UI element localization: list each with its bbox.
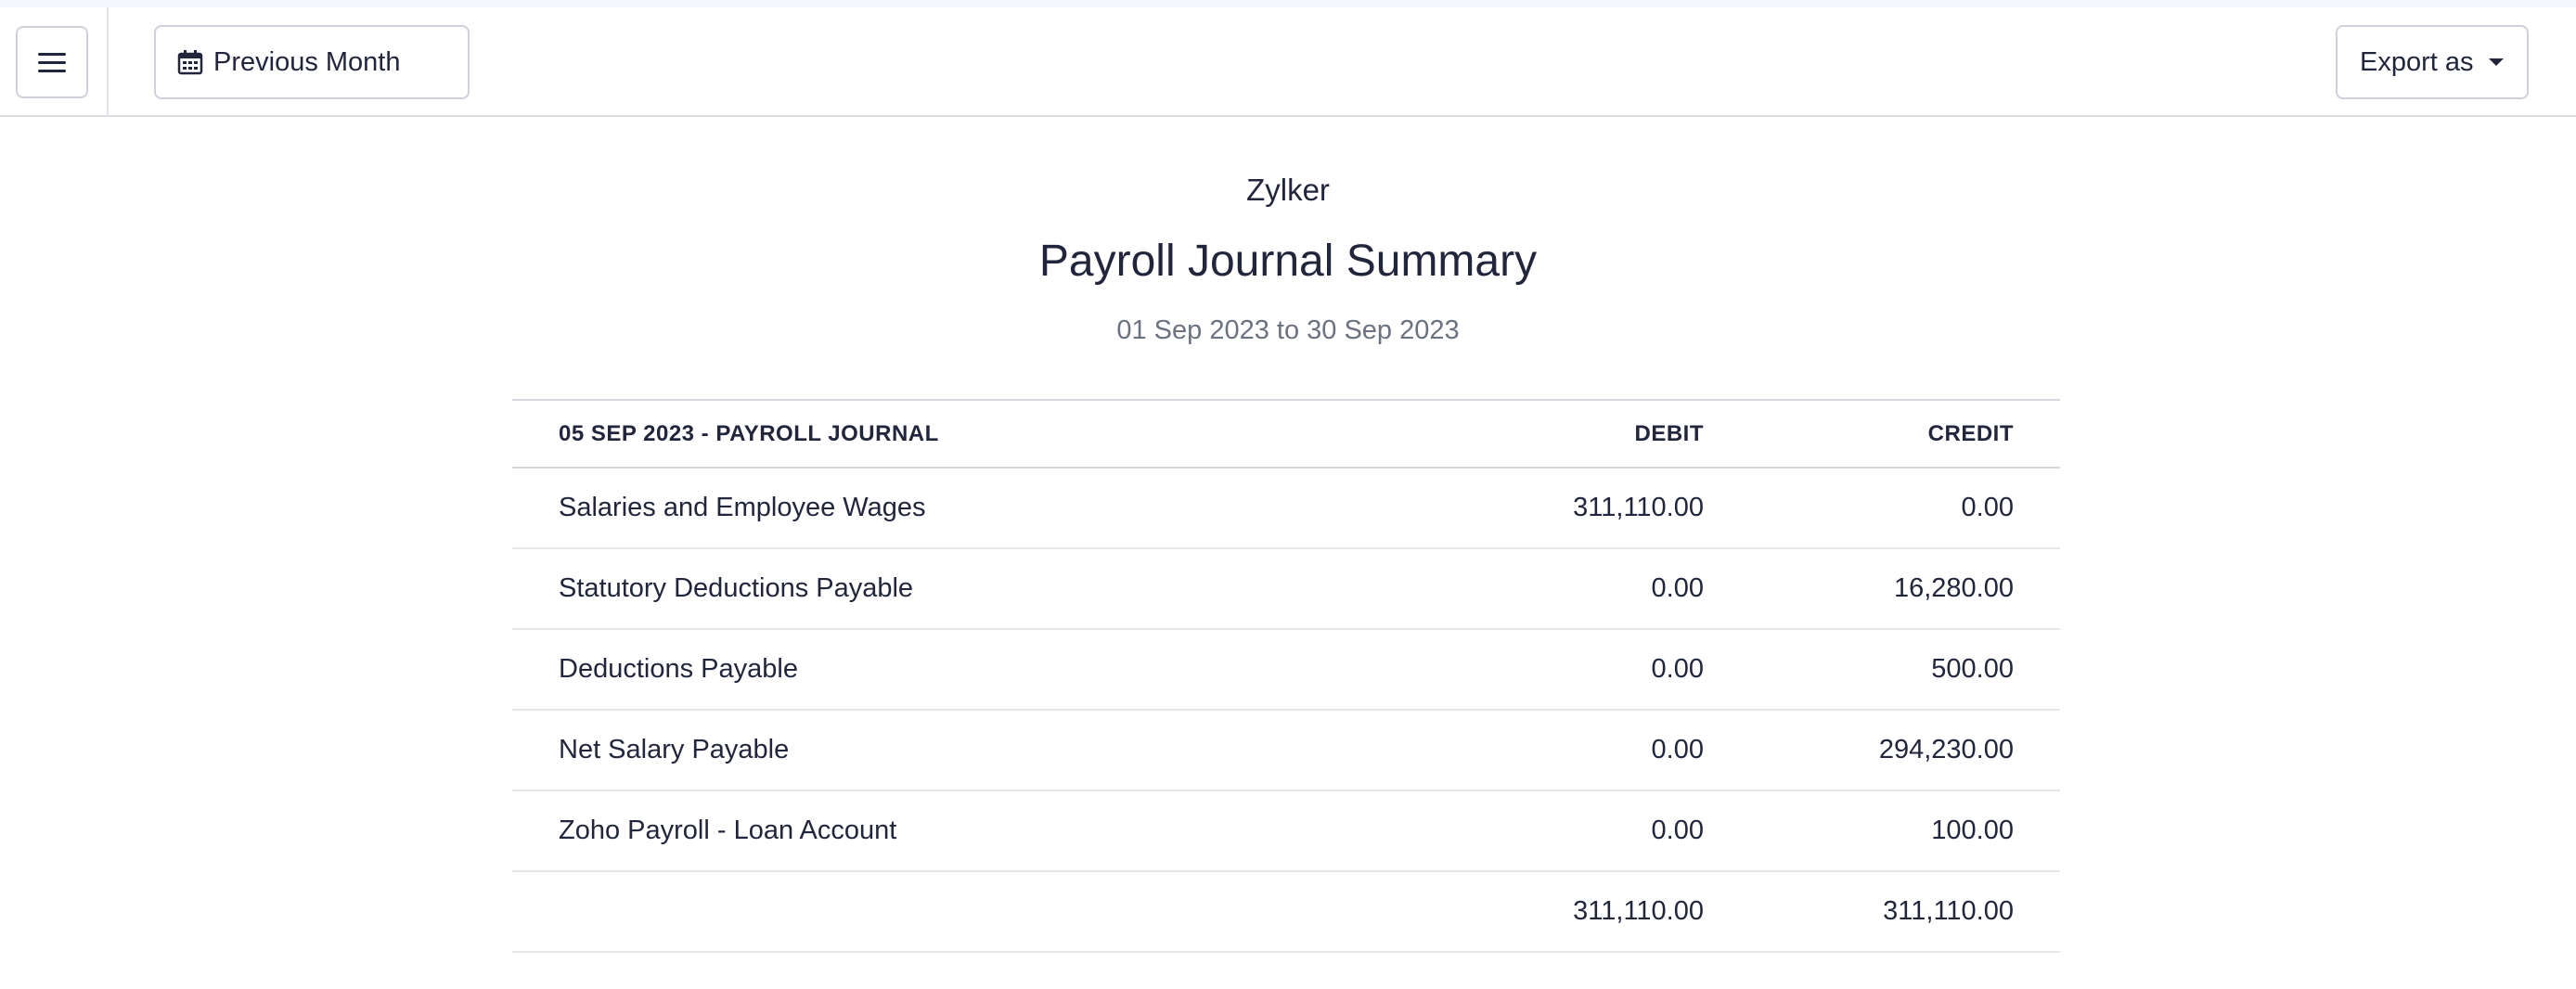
account-cell[interactable]: Net Salary Payable bbox=[512, 710, 1440, 790]
calendar-icon bbox=[177, 50, 203, 75]
export-button[interactable]: Export as bbox=[2336, 25, 2529, 99]
totals-label-cell bbox=[512, 871, 1440, 952]
credit-cell: 100.00 bbox=[1931, 816, 2014, 845]
credit-cell: 294,230.00 bbox=[1878, 735, 2014, 764]
table-header-row: 05 SEP 2023 - PAYROLL JOURNAL DEBIT CRED… bbox=[512, 400, 2060, 468]
organization-name: Zylker bbox=[1246, 173, 1330, 207]
account-cell[interactable]: Salaries and Employee Wages bbox=[512, 468, 1440, 548]
period-filter-label: Previous Month bbox=[213, 46, 401, 77]
period-filter-button[interactable]: Previous Month bbox=[154, 25, 470, 99]
account-cell[interactable]: Deductions Payable bbox=[512, 629, 1440, 710]
report-title: Payroll Journal Summary bbox=[1038, 237, 1538, 286]
column-header-credit: CREDIT bbox=[1927, 420, 2014, 446]
menu-toggle-button[interactable] bbox=[16, 26, 88, 98]
toolbar-divider bbox=[107, 7, 109, 117]
hamburger-icon bbox=[38, 52, 66, 72]
table-row: Statutory Deductions Payable 0.00 16,280… bbox=[512, 548, 2060, 629]
debit-cell: 0.00 bbox=[1651, 816, 1704, 845]
account-cell[interactable]: Statutory Deductions Payable bbox=[512, 548, 1440, 629]
report-date-range: 01 Sep 2023 to 30 Sep 2023 bbox=[1116, 315, 1460, 345]
debit-cell: 0.00 bbox=[1651, 573, 1704, 603]
totals-row: 311,110.00 311,110.00 bbox=[512, 871, 2060, 952]
table-row: Net Salary Payable 0.00 294,230.00 bbox=[512, 710, 2060, 790]
total-credit-cell: 311,110.00 bbox=[1883, 896, 2014, 926]
caret-down-icon bbox=[2488, 58, 2504, 66]
credit-cell: 16,280.00 bbox=[1893, 573, 2014, 603]
debit-cell: 0.00 bbox=[1651, 654, 1704, 684]
table-row: Zoho Payroll - Loan Account 0.00 100.00 bbox=[512, 790, 2060, 871]
debit-cell: 311,110.00 bbox=[1573, 493, 1704, 522]
top-strip bbox=[0, 0, 2576, 7]
table-row: Salaries and Employee Wages 311,110.00 0… bbox=[512, 468, 2060, 548]
column-header-debit: DEBIT bbox=[1634, 420, 1704, 446]
account-cell[interactable]: Zoho Payroll - Loan Account bbox=[512, 790, 1440, 871]
debit-cell: 0.00 bbox=[1651, 735, 1704, 764]
credit-cell: 500.00 bbox=[1931, 654, 2014, 684]
total-debit-cell: 311,110.00 bbox=[1573, 896, 1704, 926]
column-header-account: 05 SEP 2023 - PAYROLL JOURNAL bbox=[559, 420, 939, 446]
credit-cell: 0.00 bbox=[1961, 493, 2014, 522]
export-label: Export as bbox=[2360, 46, 2474, 77]
toolbar: Previous Month Export as bbox=[0, 7, 2576, 117]
table-row: Deductions Payable 0.00 500.00 bbox=[512, 629, 2060, 710]
payroll-journal-table: 05 SEP 2023 - PAYROLL JOURNAL DEBIT CRED… bbox=[512, 399, 2060, 953]
